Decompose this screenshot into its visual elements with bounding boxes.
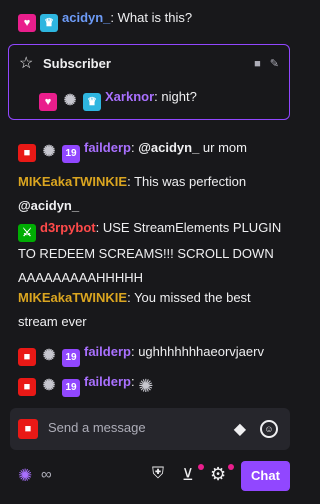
username[interactable]: d3rpybot: [40, 220, 96, 235]
chat-message: ⚔ d3rpybot: USE StreamElements PLUGIN TO …: [18, 216, 292, 290]
octopus-badge-icon[interactable]: ✺: [40, 347, 58, 365]
chat-message: ■ ✺ 19 failderp: @acidyn_ ur mom: [18, 136, 292, 163]
camera-icon[interactable]: ■: [254, 58, 261, 70]
cart-icon[interactable]: ⊻: [182, 465, 194, 485]
emote-picker-icon[interactable]: ☺: [260, 420, 278, 438]
octopus-badge-icon[interactable]: ✺: [40, 377, 58, 395]
message-text: ughhhhhhhaeorvjaerv: [138, 344, 264, 359]
gear-icon[interactable]: ⚙: [210, 464, 226, 485]
star-icon: ☆: [19, 55, 34, 72]
live-badge-icon[interactable]: ■: [18, 378, 36, 396]
notification-dot: [198, 464, 204, 470]
username[interactable]: Xarknor: [105, 89, 154, 104]
bits-icon[interactable]: ◆: [234, 419, 246, 439]
username[interactable]: failderp: [84, 374, 131, 389]
chat-message: MIKEakaTWINKIE: This was perfection @acid…: [18, 170, 292, 218]
pin-icon[interactable]: ✎: [270, 58, 279, 70]
live-badge-icon[interactable]: ■: [18, 144, 36, 162]
channel-points-value[interactable]: ∞: [41, 466, 52, 483]
sub-months-badge[interactable]: 19: [62, 349, 80, 367]
chat-messages: ♥ ♛ acidyn_: What is this? ☆ Subscriber ■ …: [0, 0, 300, 400]
chat-input-bar[interactable]: ■ Send a message ◆ ☺: [10, 408, 290, 450]
chat-message: ♥ ♛ acidyn_: What is this?: [18, 6, 292, 32]
username[interactable]: failderp: [84, 140, 131, 155]
shield-icon[interactable]: ⛨: [152, 465, 164, 483]
sub-months-badge[interactable]: 19: [62, 145, 80, 163]
colon: :: [95, 220, 103, 235]
notification-dot: [228, 464, 234, 470]
subscriber-highlight-card: ☆ Subscriber ■ ✎ ♥ ✺ ♛ Xarknor: night?: [8, 44, 290, 120]
creature-emote-icon[interactable]: ✺: [138, 375, 160, 397]
highlight-header: ☆ Subscriber ■ ✎: [19, 51, 279, 77]
chat-message: MIKEakaTWINKIE: You missed the best stre…: [18, 286, 292, 334]
channel-points-icon[interactable]: ✺: [18, 466, 32, 486]
chat-message: ■ ✺ 19 failderp: ✺: [18, 370, 292, 397]
video-badge-icon[interactable]: ■: [18, 419, 38, 439]
chat-send-button[interactable]: Chat: [241, 461, 290, 491]
message-text: What is this?: [117, 10, 193, 25]
crown-badge-icon[interactable]: ♛: [40, 14, 58, 32]
chat-input-placeholder[interactable]: Send a message: [48, 420, 146, 435]
octopus-badge-icon[interactable]: ✺: [61, 92, 79, 110]
message-text: This was perfection: [134, 174, 247, 189]
live-badge-icon[interactable]: ■: [18, 348, 36, 366]
message-text: ur mom: [199, 140, 247, 155]
highlight-actions: ■ ✎: [254, 51, 279, 77]
mention: @acidyn_: [18, 198, 80, 213]
username[interactable]: MIKEakaTWINKIE: [18, 290, 127, 305]
message-text: night?: [161, 89, 197, 104]
moderator-sword-icon[interactable]: ⚔: [18, 224, 36, 242]
prime-badge-icon[interactable]: ♥: [18, 14, 36, 32]
crown-badge-icon[interactable]: ♛: [83, 93, 101, 111]
username[interactable]: acidyn_: [62, 10, 110, 25]
octopus-badge-icon[interactable]: ✺: [40, 143, 58, 161]
highlight-message: ♥ ✺ ♛ Xarknor: night?: [39, 85, 197, 111]
colon: :: [110, 10, 118, 25]
chat-bottom-bar: ✺ ∞ ⛨ ⊻ ⚙ Chat: [0, 458, 300, 494]
username[interactable]: failderp: [84, 344, 131, 359]
username[interactable]: MIKEakaTWINKIE: [18, 174, 127, 189]
colon: :: [130, 374, 139, 389]
chat-message: ■ ✺ 19 failderp: ughhhhhhhaeorvjaerv: [18, 340, 292, 367]
highlight-title: Subscriber: [43, 56, 111, 71]
mention: @acidyn_: [138, 140, 200, 155]
prime-badge-icon[interactable]: ♥: [39, 93, 57, 111]
sub-months-badge[interactable]: 19: [62, 379, 80, 397]
